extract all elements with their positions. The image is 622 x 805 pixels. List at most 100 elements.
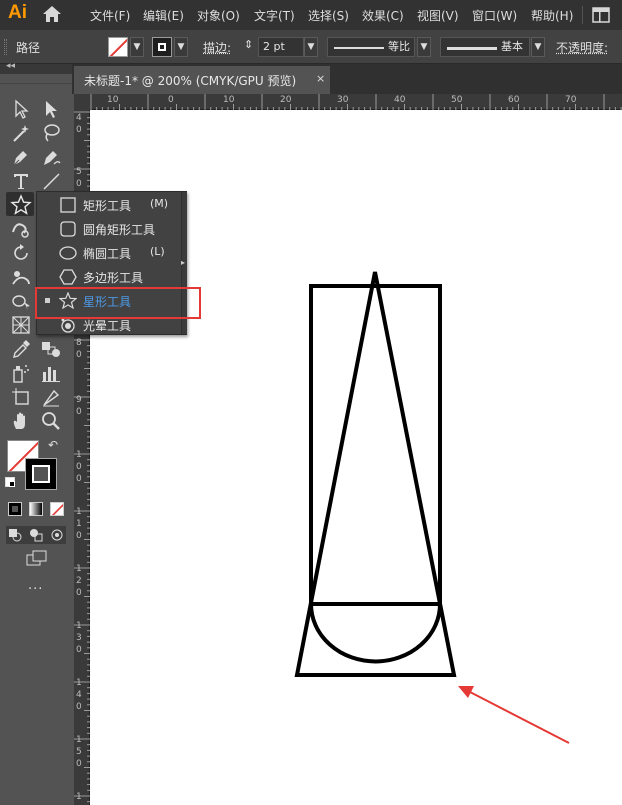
flyout-item-rounded-rectangle[interactable]: 圆角矩形工具 xyxy=(37,217,181,241)
curvature-tool-icon[interactable] xyxy=(40,146,62,168)
control-bar: 路径 ▼ ▼ 描边: ⇕ 2 pt ▼ 等比 ▼ 基本 ▼ 不透明度: xyxy=(0,30,622,64)
panel-collapse-strip[interactable]: ◂◂ xyxy=(0,61,72,74)
workspace-switcher-icon[interactable] xyxy=(592,7,610,26)
ruler-label: 50 xyxy=(451,95,463,105)
swap-fill-stroke-icon[interactable]: ↶ xyxy=(48,438,58,452)
magic-wand-tool-icon[interactable] xyxy=(10,122,32,144)
document-tab[interactable]: 未标题-1* @ 200% (CMYK/GPU 预览) × xyxy=(74,66,330,94)
rounded-rectangle-icon xyxy=(59,220,77,238)
flyout-item-label: 多边形工具 xyxy=(83,271,144,285)
stroke-weight-input[interactable]: 2 pt xyxy=(258,37,304,57)
lasso-tool-icon[interactable] xyxy=(40,122,62,144)
none-mode-icon[interactable] xyxy=(50,502,64,516)
flyout-item-polygon[interactable]: 多边形工具 xyxy=(37,265,181,289)
ruler-label: 1 xyxy=(76,792,82,802)
ruler-label: 0 xyxy=(76,125,82,135)
shaper-tool-icon[interactable] xyxy=(10,218,32,240)
ruler-label: 0 xyxy=(76,702,82,712)
menu-select[interactable]: 选择(S) xyxy=(308,7,349,24)
slice-tool-icon[interactable] xyxy=(40,386,62,408)
draw-behind-icon[interactable] xyxy=(29,528,43,542)
ruler-label: 1 xyxy=(76,735,82,745)
pen-tool-icon[interactable] xyxy=(10,146,32,168)
hand-tool-icon[interactable] xyxy=(10,410,32,432)
ruler-label: 0 xyxy=(76,407,82,417)
app-logo: Ai xyxy=(8,2,27,23)
ruler-label: 70 xyxy=(565,95,577,105)
blend-tool-icon[interactable] xyxy=(40,338,62,360)
ruler-label: 40 xyxy=(394,95,406,105)
artboard-tool-icon[interactable] xyxy=(10,386,32,408)
perspective-grid-tool-icon[interactable] xyxy=(10,314,32,336)
rectangle-icon xyxy=(59,196,77,214)
flyout-item-shortcut: (L) xyxy=(150,245,165,258)
flyout-item-label: 圆角矩形工具 xyxy=(83,223,156,237)
ruler-label: 5 xyxy=(76,747,82,757)
default-colors-icon[interactable] xyxy=(5,477,15,487)
color-mode-icon[interactable] xyxy=(8,502,22,516)
puppet-warp-tool-icon[interactable] xyxy=(10,266,32,288)
ruler-label: 20 xyxy=(280,95,292,105)
semicircle-shape[interactable] xyxy=(309,603,442,664)
menu-file[interactable]: 文件(F) xyxy=(90,7,130,24)
stroke-weight-dropdown[interactable]: ▼ xyxy=(304,37,318,57)
menu-effect[interactable]: 效果(C) xyxy=(362,7,404,24)
type-tool-icon[interactable] xyxy=(10,170,32,192)
menu-window[interactable]: 窗口(W) xyxy=(472,7,517,24)
menu-view[interactable]: 视图(V) xyxy=(417,7,459,24)
flyout-item-label: 椭圆工具 xyxy=(83,247,132,261)
stroke-dropdown[interactable]: ▼ xyxy=(174,37,188,57)
ruler-label: 0 xyxy=(76,759,82,769)
brush-dropdown[interactable]: ▼ xyxy=(531,37,545,57)
artwork-group xyxy=(294,271,570,744)
edit-toolbar-icon[interactable]: ... xyxy=(28,578,43,593)
rotate-tool-icon[interactable] xyxy=(10,242,32,264)
draw-normal-icon[interactable] xyxy=(8,528,22,542)
stroke-swatch[interactable] xyxy=(152,37,172,57)
ruler-label: 0 xyxy=(76,645,82,655)
brush-definition[interactable]: 基本 xyxy=(440,37,530,57)
ruler-label: 10 xyxy=(223,95,235,105)
ruler-corner xyxy=(74,94,90,110)
fill-dropdown[interactable]: ▼ xyxy=(130,37,144,57)
screen-mode-icon[interactable] xyxy=(26,550,48,568)
draw-inside-icon[interactable] xyxy=(50,528,64,542)
close-tab-icon[interactable]: × xyxy=(316,72,325,85)
flyout-item-label: 矩形工具 xyxy=(83,199,132,213)
profile-label: 等比 xyxy=(388,40,410,53)
selection-tool-icon[interactable] xyxy=(10,98,32,120)
flyout-item-rectangle[interactable]: 矩形工具 (M) xyxy=(37,193,181,217)
menu-object[interactable]: 对象(O) xyxy=(197,7,240,24)
opacity-label[interactable]: 不透明度: xyxy=(556,39,608,56)
flyout-item-ellipse[interactable]: 椭圆工具 (L) xyxy=(37,241,181,265)
flyout-item-shortcut: (M) xyxy=(150,197,169,210)
menu-edit[interactable]: 编辑(E) xyxy=(143,7,184,24)
ruler-label: 0 xyxy=(76,350,82,360)
zoom-tool-icon[interactable] xyxy=(40,410,62,432)
stroke-label[interactable]: 描边: xyxy=(203,39,231,56)
menu-help[interactable]: 帮助(H) xyxy=(531,7,573,24)
ruler-label: 0 xyxy=(168,95,174,105)
ruler-label: 1 xyxy=(76,564,82,574)
direct-selection-tool-icon[interactable] xyxy=(40,98,62,120)
horizontal-ruler[interactable]: 10 0 10 20 30 40 50 60 70 xyxy=(90,94,622,110)
stroke-stepper-icon[interactable]: ⇕ xyxy=(244,38,253,51)
profile-dropdown[interactable]: ▼ xyxy=(417,37,431,57)
gradient-mode-icon[interactable] xyxy=(29,502,43,516)
stroke-color-box[interactable] xyxy=(25,458,57,490)
fill-swatch[interactable] xyxy=(108,37,128,57)
tools-panel: ↶ ... xyxy=(0,74,72,805)
shape-builder-tool-icon[interactable] xyxy=(10,290,32,312)
rectangle-shape[interactable] xyxy=(309,284,442,606)
star-tool-icon[interactable] xyxy=(10,194,32,216)
menu-type[interactable]: 文字(T) xyxy=(254,7,295,24)
symbol-sprayer-tool-icon[interactable] xyxy=(10,362,32,384)
home-icon[interactable] xyxy=(42,5,62,26)
triangle-shape[interactable] xyxy=(294,271,457,677)
line-segment-tool-icon[interactable] xyxy=(40,170,62,192)
column-graph-tool-icon[interactable] xyxy=(40,362,62,384)
variable-width-profile[interactable]: 等比 xyxy=(327,37,415,57)
annotation-highlight-box xyxy=(35,287,201,319)
document-tab-bar: 未标题-1* @ 200% (CMYK/GPU 预览) × xyxy=(72,64,622,94)
eyedropper-tool-icon[interactable] xyxy=(10,338,32,360)
